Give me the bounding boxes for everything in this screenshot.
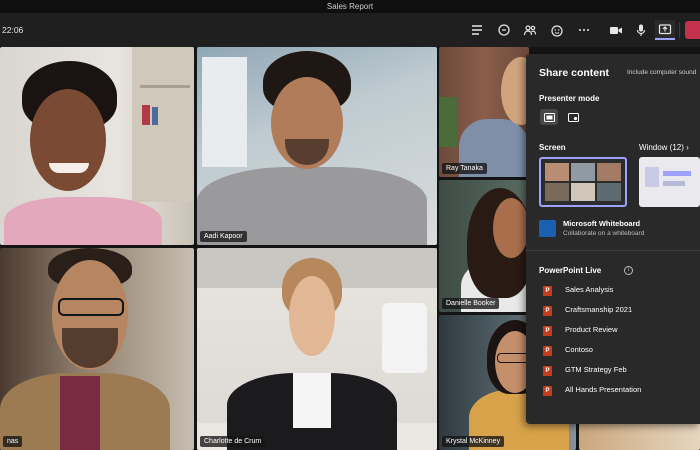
video-tile[interactable]: Ray Tanaka — [439, 47, 529, 177]
thumb-tile — [545, 163, 569, 181]
participant-name: nas — [3, 436, 23, 447]
ppt-file-item[interactable]: P Contoso — [539, 344, 689, 358]
shirt — [293, 373, 331, 428]
smile — [49, 163, 89, 173]
ppt-file-label: All Hands Presentation — [565, 385, 642, 394]
person-face — [289, 276, 335, 356]
window-light — [202, 57, 247, 167]
window-count-label[interactable]: Window (12) › — [639, 143, 689, 152]
participant-name: Danielle Booker — [442, 298, 500, 309]
book — [142, 105, 150, 125]
plant — [439, 97, 457, 147]
powerpoint-live-label: PowerPoint Live — [539, 266, 602, 275]
info-icon[interactable]: i — [624, 266, 633, 275]
chevron-right-icon: › — [686, 143, 689, 152]
video-tile[interactable]: nas — [0, 248, 194, 450]
screen-thumbnail[interactable] — [539, 157, 627, 207]
whiteboard-subtitle: Collaborate on a whiteboard — [563, 230, 645, 237]
ppt-file-label: GTM Strategy Feb — [565, 365, 627, 374]
thumb-tile — [597, 163, 621, 181]
glasses — [58, 298, 124, 316]
share-icon[interactable] — [655, 20, 675, 40]
thumb-shape — [663, 171, 691, 176]
powerpoint-icon: P — [543, 386, 552, 396]
mic-icon[interactable] — [631, 20, 651, 40]
chat-icon[interactable] — [494, 20, 514, 40]
participant-name: Ray Tanaka — [442, 163, 487, 174]
camera-icon[interactable] — [606, 20, 626, 40]
ppt-file-label: Sales Analysis — [565, 285, 614, 294]
participant-name: Krystal McKinney — [442, 436, 505, 447]
standout-mode-button[interactable] — [564, 109, 582, 125]
share-content-panel: Share content Include computer sound Pre… — [526, 54, 700, 424]
whiteboard-icon — [539, 220, 556, 237]
chair — [382, 303, 427, 373]
person-face — [493, 198, 529, 258]
list-icon[interactable] — [467, 20, 487, 40]
reactions-icon[interactable] — [547, 20, 567, 40]
participant-name: Charlotte de Crum — [200, 436, 266, 447]
meeting-timer: 22:06 — [2, 25, 24, 35]
thumb-shape — [663, 181, 685, 186]
person-body — [4, 197, 162, 245]
window-thumbnail[interactable] — [639, 157, 700, 207]
powerpoint-icon: P — [543, 286, 552, 296]
presenter-mode-label: Presenter mode — [539, 94, 600, 103]
more-icon[interactable] — [574, 20, 594, 40]
thumb-tile — [571, 183, 595, 201]
ppt-file-item[interactable]: P Product Review — [539, 324, 689, 338]
screen-label: Screen — [539, 143, 566, 152]
shirt — [60, 376, 100, 450]
video-tile[interactable]: Aadi Kapoor — [197, 47, 437, 245]
window-title: Sales Report — [0, 0, 700, 13]
book — [152, 107, 158, 125]
person-face — [30, 89, 106, 191]
powerpoint-icon: P — [543, 346, 552, 356]
whiteboard-title: Microsoft Whiteboard — [563, 219, 641, 228]
thumb-tile — [571, 163, 595, 181]
powerpoint-icon: P — [543, 326, 552, 336]
thumb-tile — [545, 183, 569, 201]
ppt-file-label: Product Review — [565, 325, 618, 334]
video-tile[interactable] — [0, 47, 194, 245]
powerpoint-icon: P — [543, 306, 552, 316]
video-tile[interactable]: Danielle Booker — [439, 180, 529, 312]
powerpoint-icon: P — [543, 366, 552, 376]
thumb-shape — [645, 167, 659, 187]
meeting-toolbar: 22:06 — [0, 13, 700, 47]
include-computer-sound-toggle[interactable]: Include computer sound — [627, 69, 696, 76]
shelf — [140, 85, 190, 88]
panel-divider — [526, 250, 700, 251]
ppt-file-label: Contoso — [565, 345, 593, 354]
ppt-file-item[interactable]: P GTM Strategy Feb — [539, 364, 689, 378]
toolbar-divider — [679, 22, 680, 38]
thumb-tile — [597, 183, 621, 201]
video-tile[interactable]: Charlotte de Crum — [197, 248, 437, 450]
ppt-file-label: Craftsmanship 2021 — [565, 305, 633, 314]
whiteboard-option[interactable]: Microsoft Whiteboard Collaborate on a wh… — [539, 219, 694, 241]
content-only-mode-button[interactable] — [540, 109, 558, 125]
ppt-file-item[interactable]: P Craftsmanship 2021 — [539, 304, 689, 318]
ppt-file-item[interactable]: P Sales Analysis — [539, 284, 689, 298]
people-icon[interactable] — [520, 20, 540, 40]
leave-icon[interactable] — [685, 21, 700, 39]
participant-name: Aadi Kapoor — [200, 231, 247, 242]
ppt-file-item[interactable]: P All Hands Presentation — [539, 384, 689, 398]
window-label-text: Window (12) — [639, 143, 684, 152]
panel-title: Share content — [539, 67, 610, 79]
